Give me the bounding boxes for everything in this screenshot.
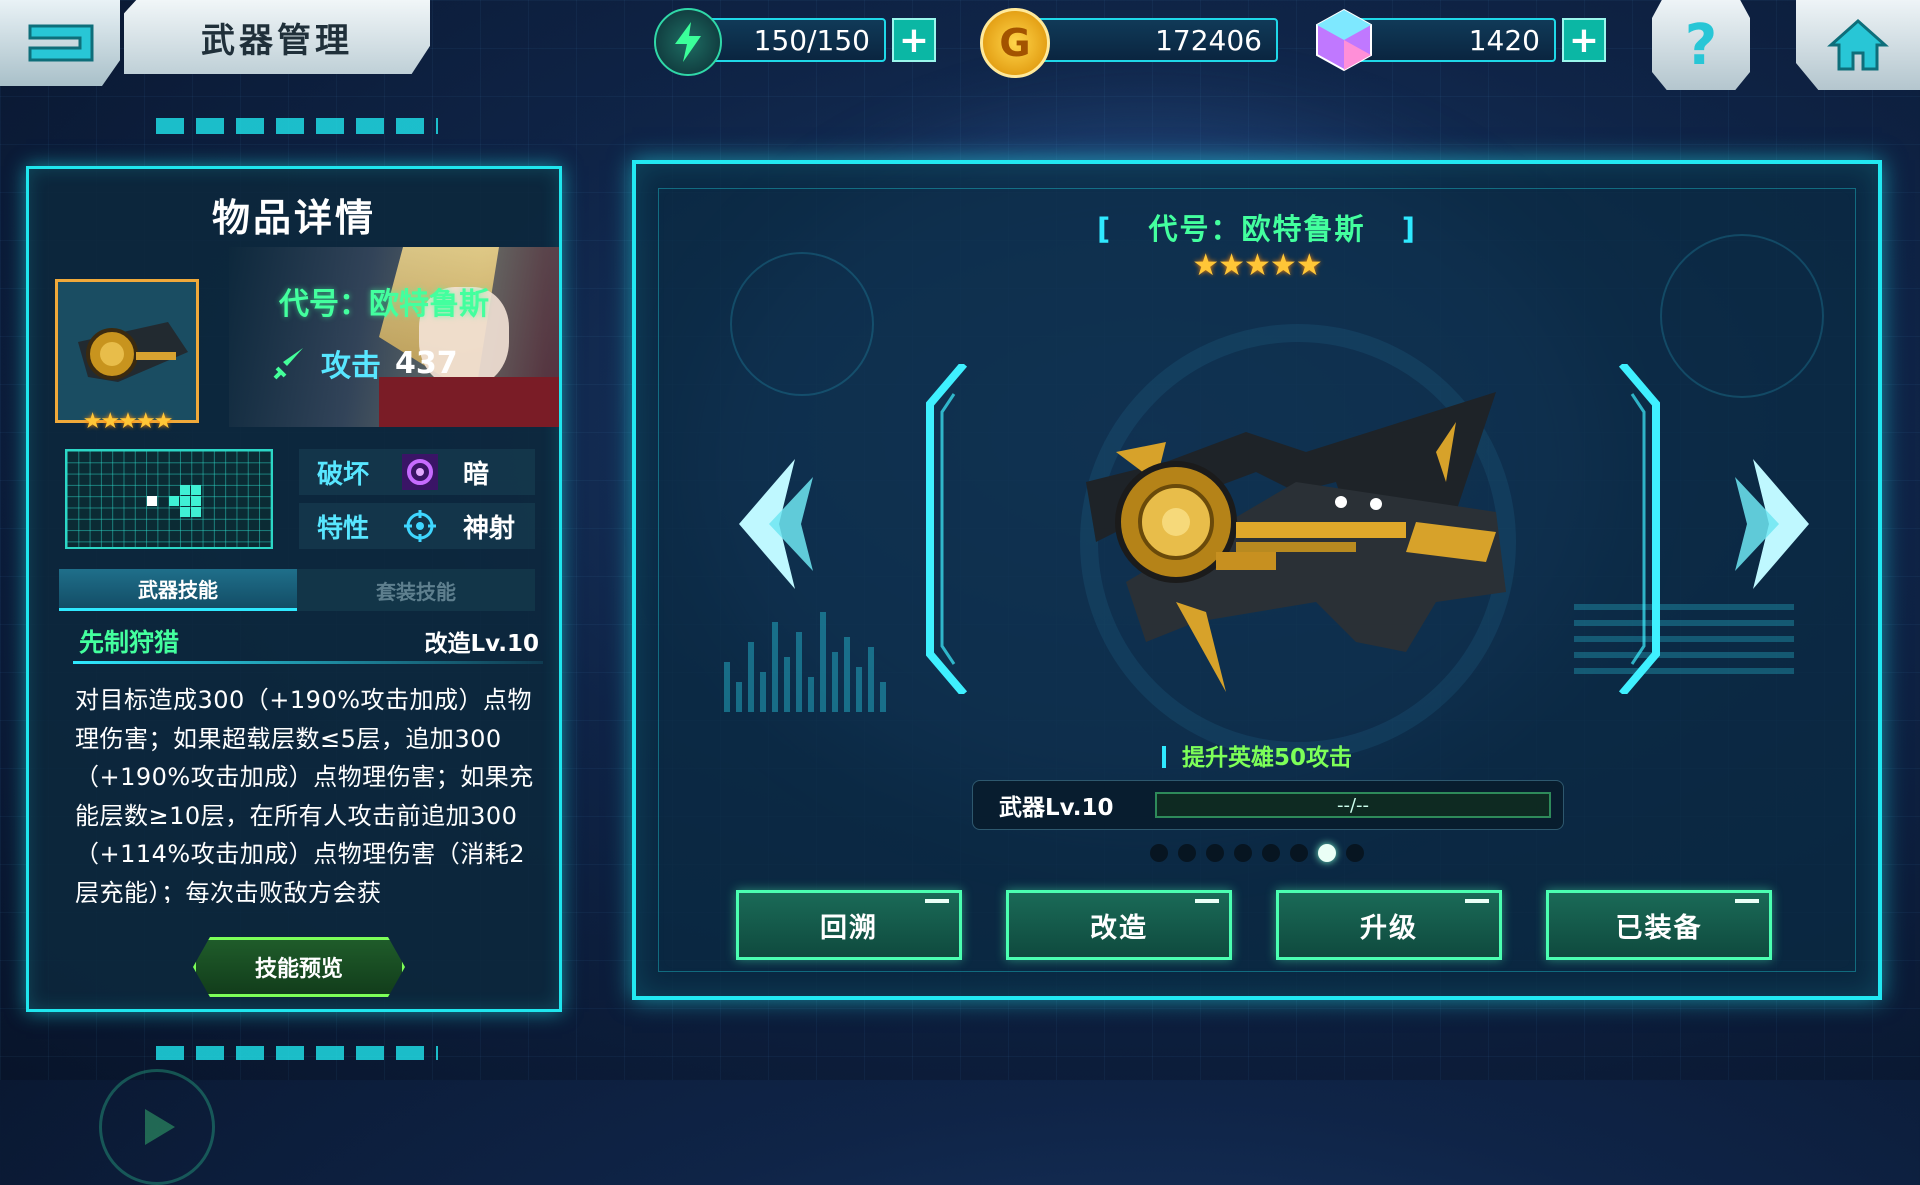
arrow-right-icon [1735,459,1809,589]
right-bracket-decoration [1618,364,1660,694]
crosshair-icon [401,507,439,545]
showcase-code-name: 代号：欧特鲁斯 [1148,212,1366,246]
lightning-icon [654,8,722,76]
page-dot[interactable] [1346,844,1364,862]
range-cell [191,507,201,517]
skill-divider [73,661,543,664]
left-bracket-decoration [926,364,968,694]
range-cell [180,496,190,506]
weapon-bonus: 提升英雄50攻击 [636,738,1878,772]
stripe-decoration [1574,604,1794,684]
gold-coin-icon: G [980,8,1050,78]
sword-icon [273,348,303,380]
tab-set-skill[interactable]: 套装技能 [297,569,535,611]
page-dot[interactable] [1290,844,1308,862]
help-button[interactable]: ? [1652,0,1750,90]
next-weapon-button[interactable] [1726,444,1816,604]
energy-resource: 150/150 + [654,8,936,76]
add-crystal-button[interactable]: + [1562,18,1606,62]
range-cell [191,496,201,506]
plus-icon: + [898,19,930,61]
weapon-exp-text: --/-- [1336,794,1370,816]
page-title: 武器管理 [124,0,430,74]
weapon-level-label: 武器Lv.10 [999,795,1114,821]
page-indicator [636,844,1878,862]
arrow-left-icon [739,459,813,589]
skill-header: 先制狩猎 改造Lv.10 [79,623,539,659]
home-button[interactable] [1796,0,1920,90]
range-cell [191,485,201,495]
weapon-level-row: 武器Lv.10 --/-- [972,780,1564,830]
page-dot[interactable] [1262,844,1280,862]
attack-range-grid [65,449,273,549]
panel-title: 物品详情 [211,196,376,240]
page-dot[interactable] [1206,844,1224,862]
play-icon [99,1069,215,1185]
skill-level: 改造Lv.10 [424,631,539,657]
gold-resource: G 172406 [980,8,1278,78]
bonus-text: 提升英雄50攻击 [1181,745,1352,771]
back-button[interactable] [0,0,120,86]
destroy-attribute: 破坏 暗 [299,449,535,495]
weapon-name: 代号：欧特鲁斯 [279,287,489,322]
panel-top-decoration [156,118,438,134]
rollback-label: 回溯 [820,912,878,944]
equalizer-decoration [724,592,924,712]
range-self-cell [147,496,157,506]
back-arrow-icon [28,24,94,62]
range-cell [180,485,190,495]
modify-button[interactable]: 改造 [1006,890,1232,960]
modify-label: 改造 [1090,912,1148,944]
crystal-resource: 1420 + [1316,8,1606,72]
attack-label: 攻击 [321,349,381,384]
range-cell [169,496,179,506]
weapon-thumbnail-image [58,282,196,420]
skill-preview-button[interactable]: 技能预览 [193,937,405,997]
trait-value: 神射 [463,513,516,544]
hero-portrait [229,247,559,427]
page-dot[interactable] [1234,844,1252,862]
skill-description[interactable]: 对目标造成300（+190%攻击加成）点物理伤害；如果超载层数≤5层，追加300… [75,681,549,903]
range-cell [180,507,190,517]
equipped-button[interactable]: 已装备 [1546,890,1772,960]
home-icon [1827,18,1889,71]
weapon-showcase-panel: [ 代号：欧特鲁斯 ] ★★★★★ 提升英雄50攻击 武器Lv.10 --/--… [632,160,1882,1000]
rollback-button[interactable]: 回溯 [736,890,962,960]
destroy-value: 暗 [463,459,490,490]
weapon-thumbnail[interactable] [55,279,199,423]
showcase-title: [ 代号：欧特鲁斯 ] [1096,212,1418,246]
bonus-marker [1161,746,1166,768]
destroy-label: 破坏 [317,459,370,490]
attack-value: 437 [395,345,458,381]
upgrade-label: 升级 [1360,912,1418,944]
item-detail-panel: 物品详情 ★★★★★ 代号：欧特鲁斯 攻击 437 破坏 暗 特性 神射 武器技… [26,166,562,1185]
skill-name: 先制狩猎 [79,628,180,657]
trait-label: 特性 [317,513,370,544]
equipped-label: 已装备 [1615,912,1703,944]
showcase-stars: ★★★★★ [1192,248,1322,283]
page-dot-active[interactable] [1318,844,1336,862]
page-dot[interactable] [1150,844,1168,862]
trait-attribute: 特性 神射 [299,503,535,549]
help-icon: ? [1684,12,1718,78]
plus-icon: + [1568,19,1600,61]
thumbnail-stars: ★★★★★ [82,409,174,434]
upgrade-button[interactable]: 升级 [1276,890,1502,960]
panel-bottom-decoration [156,1046,438,1060]
dark-element-icon [401,453,439,491]
weapon-model [1086,392,1506,692]
weapon-exp-bar: --/-- [1155,792,1551,818]
page-dot[interactable] [1178,844,1196,862]
crystal-icon [1312,8,1376,72]
previous-weapon-button[interactable] [732,444,822,604]
skill-tabs: 武器技能 套装技能 [59,569,535,611]
add-energy-button[interactable]: + [892,18,936,62]
tab-weapon-skill[interactable]: 武器技能 [59,569,297,611]
attack-row: 攻击 437 [273,341,458,385]
